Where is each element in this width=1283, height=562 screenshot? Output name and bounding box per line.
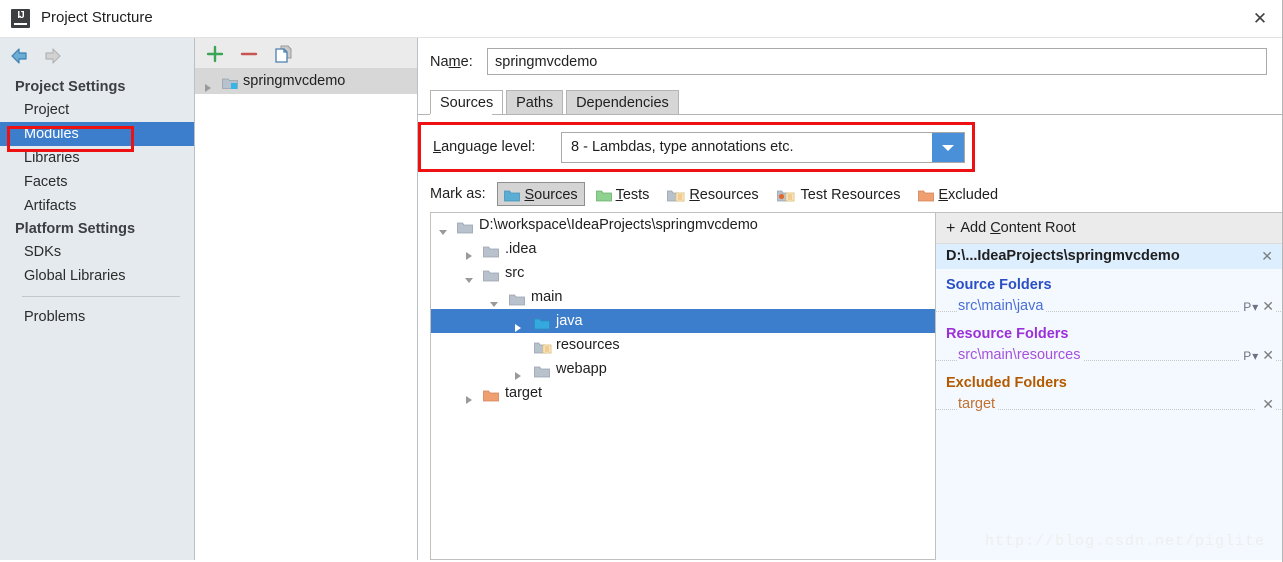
mark-as-test-resources-button[interactable]: Test Resources [770, 182, 908, 206]
content-root-tree[interactable]: D:\workspace\IdeaProjects\springmvcdemo … [430, 212, 935, 560]
plus-icon[interactable] [205, 44, 225, 67]
excluded-folders-title: Excluded Folders [946, 375, 1067, 391]
tree-row[interactable]: .idea [431, 237, 935, 261]
mark-as-excluded-button[interactable]: Excluded [911, 182, 1005, 206]
mark-as-label: Mark as: [430, 186, 486, 202]
package-prefix-icon[interactable]: P▾ [1243, 300, 1259, 314]
arrow-forward-icon [39, 47, 63, 65]
tree-row[interactable]: webapp [431, 357, 935, 381]
name-row: Name: [418, 48, 1282, 78]
sidebar-item-sdks[interactable]: SDKs [0, 240, 194, 264]
resource-folder-item[interactable]: src\main\resources P▾ ✕ [936, 344, 1282, 368]
folder-excluded-icon [483, 386, 499, 410]
language-level-label: Language level: [433, 139, 536, 155]
language-level-row: Language level: 8 - Lambdas, type annota… [430, 128, 1272, 170]
source-folder-path: src\main\java [958, 298, 1047, 314]
module-folder-icon [222, 74, 238, 99]
module-name-input[interactable] [487, 48, 1267, 75]
tab-dependencies[interactable]: Dependencies [566, 90, 679, 114]
mark-as-sources-button[interactable]: Sources [497, 182, 585, 206]
tree-row-label: main [531, 289, 563, 305]
content-root-header[interactable]: D:\...IdeaProjects\springmvcdemo ✕ [936, 244, 1282, 269]
minus-icon[interactable] [239, 44, 259, 67]
excluded-folder-path: target [958, 396, 999, 412]
settings-sidebar: Project Settings Project Modules Librari… [0, 38, 195, 562]
tree-row-label: target [505, 385, 543, 401]
resource-folder-controls[interactable]: P▾ ✕ [1239, 344, 1275, 368]
sidebar-nav-arrows [0, 38, 194, 74]
sidebar-item-artifacts[interactable]: Artifacts [0, 194, 194, 218]
module-list-item-label: springmvcdemo [243, 73, 346, 89]
excluded-folder-controls[interactable]: ✕ [1255, 393, 1275, 417]
package-prefix-icon[interactable]: P▾ [1243, 349, 1259, 363]
chevron-right-icon[interactable] [464, 389, 474, 413]
tree-row-label: D:\workspace\IdeaProjects\springmvcdemo [479, 217, 758, 233]
sidebar-item-libraries[interactable]: Libraries [0, 146, 194, 170]
module-tabs: Sources Paths Dependencies [430, 90, 679, 114]
settings-nav-list: Project Settings Project Modules Librari… [0, 76, 194, 329]
tree-row-label: resources [556, 337, 620, 353]
nav-group-platform-settings: Platform Settings [15, 221, 136, 237]
folder-tests-icon [595, 186, 612, 210]
plus-icon: + [946, 220, 956, 237]
tree-row-label: .idea [505, 241, 537, 257]
resource-folder-path: src\main\resources [958, 347, 1084, 363]
chevron-right-icon[interactable] [203, 77, 213, 102]
module-list-panel: springmvcdemo [195, 38, 418, 562]
language-level-select[interactable]: 8 - Lambdas, type annotations etc. [561, 132, 965, 163]
add-content-root-button[interactable]: + Add Content Root [936, 213, 1282, 244]
source-folders-title: Source Folders [946, 277, 1052, 293]
content-roots-panel: + Add Content Root D:\...IdeaProjects\spr… [935, 212, 1282, 560]
source-folder-controls[interactable]: P▾ ✕ [1239, 295, 1275, 319]
folder-excluded-icon [918, 186, 935, 210]
close-icon[interactable]: ✕ [1261, 244, 1273, 269]
folder-test-resources-icon [776, 186, 797, 210]
nav-group-project-settings: Project Settings [15, 79, 126, 95]
language-level-value: 8 - Lambdas, type annotations etc. [571, 139, 794, 155]
module-editor-panel: Name: Sources Paths Dependencies Languag… [418, 38, 1282, 562]
tree-row[interactable]: resources [431, 333, 935, 357]
tree-row-label: webapp [556, 361, 607, 377]
folder-resources-icon [667, 186, 685, 210]
tab-sources[interactable]: Sources [430, 90, 504, 114]
tree-row[interactable]: src [431, 261, 935, 285]
intellij-idea-icon: IJ [11, 9, 30, 28]
mark-as-resources-button[interactable]: Resources [660, 182, 765, 206]
name-label: Name: [430, 54, 473, 70]
tree-row[interactable]: target [431, 381, 935, 405]
project-structure-dialog: IJ Project Structure ✕ Project Settings … [0, 0, 1283, 562]
tree-row-selected[interactable]: java [431, 309, 935, 333]
page-title: Project Structure [41, 9, 153, 26]
module-list-toolbar [195, 38, 417, 69]
sidebar-item-facets[interactable]: Facets [0, 170, 194, 194]
sidebar-item-problems[interactable]: Problems [0, 305, 194, 329]
tab-paths[interactable]: Paths [506, 90, 564, 114]
tree-row-label: src [505, 265, 525, 281]
tree-row[interactable]: main [431, 285, 935, 309]
copy-icon[interactable] [273, 44, 293, 67]
excluded-folder-item[interactable]: target ✕ [936, 393, 1282, 417]
content-root-path: D:\...IdeaProjects\springmvcdemo [946, 248, 1180, 264]
title-bar: IJ Project Structure ✕ [0, 0, 1282, 38]
tab-underline [418, 114, 1282, 115]
source-folder-item[interactable]: src\main\java P▾ ✕ [936, 295, 1282, 319]
module-list-item-springmvcdemo[interactable]: springmvcdemo [195, 69, 417, 94]
folder-sources-icon [504, 186, 521, 210]
mark-as-tests-button[interactable]: Tests [589, 182, 657, 206]
sidebar-item-modules[interactable]: Modules [0, 122, 194, 146]
close-icon[interactable]: ✕ [1237, 0, 1282, 37]
resource-folders-title: Resource Folders [946, 326, 1069, 342]
arrow-back-icon[interactable] [9, 47, 33, 65]
chevron-down-icon[interactable] [932, 133, 964, 162]
sidebar-item-project[interactable]: Project [0, 98, 194, 122]
close-icon[interactable]: ✕ [1262, 396, 1275, 412]
sidebar-divider [22, 296, 180, 297]
sidebar-item-global-libraries[interactable]: Global Libraries [0, 264, 194, 288]
close-icon[interactable]: ✕ [1262, 298, 1275, 314]
close-icon[interactable]: ✕ [1262, 347, 1275, 363]
mark-as-toolbar: Mark as: Sources Tests Resources Test Re… [430, 182, 1275, 208]
tree-row[interactable]: D:\workspace\IdeaProjects\springmvcdemo [431, 213, 935, 237]
tree-row-label: java [556, 313, 583, 329]
